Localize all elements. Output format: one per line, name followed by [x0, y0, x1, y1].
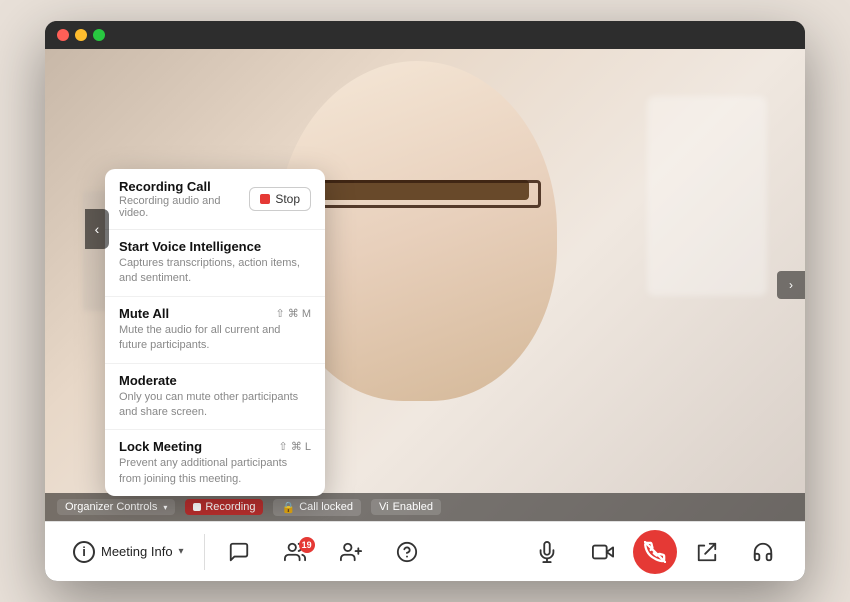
chevron-left-icon: ‹ — [95, 221, 100, 237]
mute-button[interactable] — [521, 535, 573, 569]
close-button[interactable] — [57, 29, 69, 41]
participants-count-badge: 19 — [299, 537, 315, 553]
locked-label: Call locked — [299, 501, 353, 513]
add-person-icon — [340, 541, 362, 563]
start-voice-intelligence-title: Start Voice Intelligence — [119, 239, 311, 254]
menu-subtitle: Recording audio and video. — [119, 195, 249, 219]
main-window: ‹ Recording Call Recording audio and vid… — [45, 21, 805, 581]
mute-all-item[interactable]: Mute All ⇧ ⌘ M Mute the audio for all cu… — [105, 297, 325, 364]
share-screen-icon — [696, 541, 718, 563]
lock-meeting-shortcut: ⇧ ⌘ L — [279, 440, 311, 453]
call-locked-badge[interactable]: 🔒 Call locked — [273, 499, 361, 516]
moderate-desc: Only you can mute other participants and… — [119, 390, 311, 421]
meeting-info-chevron-icon: ▾ — [179, 546, 184, 557]
video-button[interactable] — [577, 535, 629, 569]
microphone-icon — [536, 541, 558, 563]
organizer-chevron-icon: ▾ — [163, 503, 167, 512]
lock-meeting-desc: Prevent any additional participants from… — [119, 456, 311, 487]
lock-meeting-item[interactable]: Lock Meeting ⇧ ⌘ L Prevent any additiona… — [105, 430, 325, 496]
mute-all-title: Mute All ⇧ ⌘ M — [119, 306, 311, 321]
video-area: ‹ Recording Call Recording audio and vid… — [45, 49, 805, 521]
moderate-item[interactable]: Moderate Only you can mute other partici… — [105, 364, 325, 431]
maximize-button[interactable] — [93, 29, 105, 41]
expand-icon: › — [789, 278, 793, 292]
mute-all-shortcut: ⇧ ⌘ M — [276, 307, 312, 320]
organizer-controls-menu: Recording Call Recording audio and video… — [105, 169, 325, 496]
help-icon — [396, 541, 418, 563]
meeting-info-button[interactable]: i Meeting Info ▾ — [61, 535, 196, 569]
menu-title: Recording Call — [119, 179, 249, 194]
start-voice-intelligence-item[interactable]: Start Voice Intelligence Captures transc… — [105, 230, 325, 297]
chat-button[interactable] — [213, 535, 265, 569]
share-screen-button[interactable] — [681, 535, 733, 569]
start-voice-intelligence-desc: Captures transcriptions, action items, a… — [119, 256, 311, 287]
vi-status-badge[interactable]: Vi Enabled — [371, 499, 441, 515]
vi-status: Enabled — [393, 501, 433, 513]
info-icon: i — [73, 541, 95, 563]
lock-meeting-title: Lock Meeting ⇧ ⌘ L — [119, 439, 311, 454]
expand-panel-button[interactable]: › — [777, 271, 805, 299]
recording-status-badge[interactable]: Recording — [185, 499, 263, 515]
headphones-icon — [752, 541, 774, 563]
help-button[interactable] — [381, 535, 433, 569]
stop-recording-button[interactable]: Stop — [249, 187, 311, 211]
organizer-controls-badge[interactable]: Organizer Controls ▾ — [57, 499, 175, 515]
toolbar: i Meeting Info ▾ 19 — [45, 521, 805, 581]
collapse-panel-button[interactable]: ‹ — [85, 209, 109, 249]
traffic-lights — [57, 29, 105, 41]
recording-label: Recording — [205, 501, 255, 513]
menu-header-info: Recording Call Recording audio and video… — [119, 179, 249, 219]
menu-header: Recording Call Recording audio and video… — [105, 169, 325, 230]
meeting-info-label: Meeting Info — [101, 544, 173, 559]
vi-label: Vi — [379, 501, 389, 513]
stop-label: Stop — [275, 192, 300, 206]
end-call-icon — [644, 541, 666, 563]
toolbar-divider-1 — [204, 534, 205, 570]
organizer-label: Organizer Controls — [65, 501, 157, 513]
minimize-button[interactable] — [75, 29, 87, 41]
title-bar — [45, 21, 805, 49]
end-call-button[interactable] — [633, 530, 677, 574]
moderate-title: Moderate — [119, 373, 311, 388]
status-bar: Organizer Controls ▾ Recording 🔒 Call lo… — [45, 493, 805, 521]
recording-dot-icon — [193, 503, 201, 511]
add-person-button[interactable] — [325, 535, 377, 569]
mute-all-desc: Mute the audio for all current and futur… — [119, 323, 311, 354]
stop-recording-icon — [260, 194, 270, 204]
lock-icon: 🔒 — [281, 501, 295, 514]
bg-element-1 — [647, 96, 767, 296]
participants-button[interactable]: 19 — [269, 535, 321, 569]
camera-icon — [592, 541, 614, 563]
chat-icon — [228, 541, 250, 563]
audio-button[interactable] — [737, 535, 789, 569]
